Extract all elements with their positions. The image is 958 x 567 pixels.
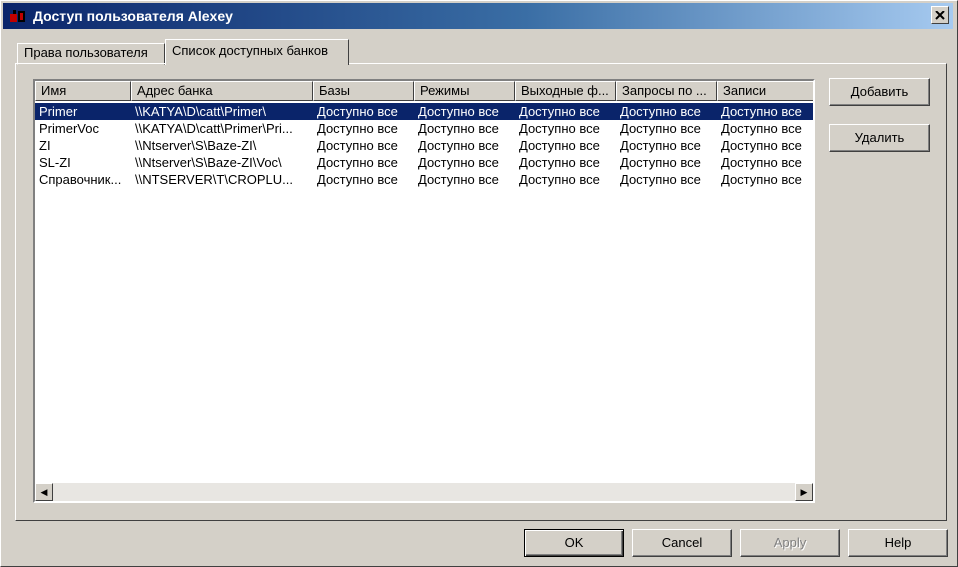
tab-available-banks[interactable]: Список доступных банков [165,39,349,65]
window-title: Доступ пользователя Alexey [33,8,233,24]
cell-bases: Доступно все [317,155,398,170]
column-header-output-forms[interactable]: Выходные ф... [515,81,616,101]
column-header-records[interactable]: Записи [717,81,813,101]
cell-modes: Доступно все [418,172,499,187]
table-row[interactable]: SL-ZI \\Ntserver\S\Baze-ZI\Voc\ Доступно… [35,154,813,171]
scroll-left-button[interactable]: ◀ [35,483,53,501]
column-header-bases[interactable]: Базы [313,81,414,101]
cell-modes: Доступно все [418,138,499,153]
cell-name: SL-ZI [39,155,71,170]
close-button[interactable] [931,6,949,24]
cell-name: PrimerVoc [39,121,99,136]
cell-records: Доступно все [721,104,802,119]
cell-modes: Доступно все [418,104,499,119]
app-icon [10,10,25,22]
cell-records: Доступно все [721,172,802,187]
banks-list[interactable]: Имя Адрес банка Базы Режимы Выходные ф..… [33,79,815,503]
list-header: Имя Адрес банка Базы Режимы Выходные ф..… [35,81,813,101]
tab-user-rights[interactable]: Права пользователя [17,43,165,65]
arrow-right-icon: ▶ [800,486,808,497]
title-bar[interactable]: Доступ пользователя Alexey [3,3,953,29]
cell-address: \\KATYA\D\catt\Primer\ [135,104,266,119]
tab-label: Список доступных банков [172,43,328,58]
cell-output-forms: Доступно все [519,172,600,187]
cell-queries: Доступно все [620,138,701,153]
cell-queries: Доступно все [620,155,701,170]
cell-bases: Доступно все [317,104,398,119]
cell-records: Доступно все [721,155,802,170]
help-button[interactable]: Help [848,529,948,557]
horizontal-scrollbar[interactable]: ◀ ▶ [35,483,813,501]
cell-address: \\Ntserver\S\Baze-ZI\Voc\ [135,155,282,170]
table-row[interactable]: ZI \\Ntserver\S\Baze-ZI\ Доступно все До… [35,137,813,154]
dialog-window: Доступ пользователя Alexey Права пользов… [0,0,958,567]
cell-queries: Доступно все [620,172,701,187]
cell-records: Доступно все [721,121,802,136]
cell-name: Primer [39,104,78,119]
close-icon [935,10,945,20]
table-row[interactable]: Справочник... \\NTSERVER\T\CROPLU... Дос… [35,171,813,188]
column-header-address[interactable]: Адрес банка [131,81,313,101]
table-row[interactable]: PrimerVoc \\KATYA\D\catt\Primer\Pri... Д… [35,120,813,137]
column-header-queries[interactable]: Запросы по ... [616,81,717,101]
table-row[interactable]: Primer \\KATYA\D\catt\Primer\ Доступно в… [35,103,813,120]
apply-button[interactable]: Apply [740,529,840,557]
cell-bases: Доступно все [317,172,398,187]
cell-output-forms: Доступно все [519,121,600,136]
cell-output-forms: Доступно все [519,104,600,119]
column-header-modes[interactable]: Режимы [414,81,515,101]
scroll-right-button[interactable]: ▶ [795,483,813,501]
cell-address: \\KATYA\D\catt\Primer\Pri... [135,121,293,136]
cell-name: Справочник... [39,172,122,187]
column-header-name[interactable]: Имя [35,81,131,101]
tab-label: Права пользователя [24,45,148,60]
cell-modes: Доступно все [418,155,499,170]
cell-name: ZI [39,138,51,153]
cell-output-forms: Доступно все [519,155,600,170]
cell-address: \\NTSERVER\T\CROPLU... [135,172,293,187]
arrow-left-icon: ◀ [40,486,48,497]
cancel-button[interactable]: Cancel [632,529,732,557]
cell-modes: Доступно все [418,121,499,136]
cell-address: \\Ntserver\S\Baze-ZI\ [135,138,257,153]
cell-output-forms: Доступно все [519,138,600,153]
cell-queries: Доступно все [620,104,701,119]
cell-bases: Доступно все [317,121,398,136]
ok-button[interactable]: OK [524,529,624,557]
cell-records: Доступно все [721,138,802,153]
cell-bases: Доступно все [317,138,398,153]
cell-queries: Доступно все [620,121,701,136]
